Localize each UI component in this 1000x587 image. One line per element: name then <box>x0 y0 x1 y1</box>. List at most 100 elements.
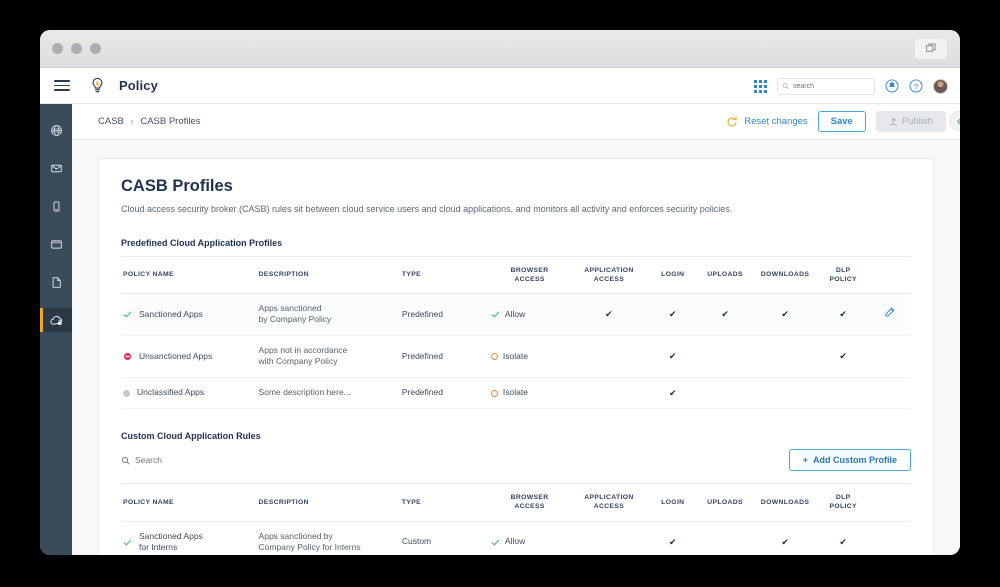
user-avatar[interactable] <box>933 78 948 94</box>
check-icon: ✔ <box>605 309 613 320</box>
cell-type: Predefined <box>399 335 489 378</box>
table-row[interactable]: Sanctioned Apps for Interns Apps sanctione… <box>121 521 911 555</box>
publish-button[interactable]: Publish <box>875 111 946 132</box>
table-row[interactable]: Unsanctioned Apps Apps not in accordance w… <box>121 335 911 378</box>
table-header-row: POLICY NAME DESCRIPTION TYPE BROWSER ACC… <box>121 255 911 294</box>
table-row[interactable]: Sanctioned Apps Apps sanctioned by Company… <box>121 293 911 336</box>
cloud-lock-icon <box>49 315 62 325</box>
svg-text:?: ? <box>914 82 918 91</box>
envelope-icon <box>50 164 62 172</box>
cell-login: ✔ <box>647 521 698 555</box>
collapse-panel-button[interactable] <box>949 111 960 131</box>
bell-icon[interactable] <box>885 79 899 93</box>
cell-policy-name: Sanctioned Apps <box>121 293 257 336</box>
cell-text: Apps not in accordance with Company Polic… <box>258 344 348 367</box>
restore-window-button[interactable] <box>914 37 948 60</box>
minimize-button[interactable] <box>71 43 82 54</box>
custom-table-body: Sanctioned Apps for Interns Apps sanctione… <box>121 521 911 555</box>
col-application-access: APPLICATION ACCESS <box>570 483 648 522</box>
cell-actions <box>868 293 911 336</box>
check-icon: ✔ <box>839 536 847 547</box>
save-button[interactable]: Save <box>817 111 866 132</box>
col-downloads-label: DOWNLOADS <box>760 271 810 279</box>
sidebar-item-mobile[interactable] <box>40 194 72 218</box>
pencil-edit-icon[interactable] <box>884 307 895 318</box>
cell-text: Apps sanctioned by Company Policy <box>258 302 332 325</box>
sidebar-item-globe[interactable] <box>40 118 72 142</box>
col-login: LOGIN <box>647 483 698 522</box>
sidebar-item-casb[interactable] <box>40 308 72 332</box>
header-search[interactable] <box>777 77 875 95</box>
browser-access-label: Allow <box>504 308 526 319</box>
publish-button-label: Publish <box>901 116 933 127</box>
table-row[interactable]: Unclassified Apps Some description here..… <box>121 377 911 410</box>
circle-orange-icon <box>490 352 498 360</box>
table-header-row: POLICY NAME DESCRIPTION TYPE BROWSER ACC… <box>121 483 911 522</box>
chevron-left-icon <box>956 117 960 125</box>
cell-browser-access: Isolate <box>488 335 571 378</box>
col-uploads-label: UPLOADS <box>707 271 743 279</box>
col-actions <box>868 483 911 522</box>
hamburger-menu-icon[interactable] <box>54 80 70 91</box>
browser-access-label: Isolate <box>502 387 528 398</box>
col-dlp-policy-label2: POLICY <box>829 503 857 511</box>
left-sidebar <box>40 104 72 555</box>
custom-table-head: POLICY NAME DESCRIPTION TYPE BROWSER ACC… <box>121 483 911 522</box>
add-custom-profile-label: Add Custom Profile <box>812 455 897 466</box>
breadcrumb-bar: CASB › CASB Profiles Reset changes Save <box>72 104 960 140</box>
lightbulb-logo-icon <box>90 77 105 94</box>
check-icon: ✔ <box>781 536 789 547</box>
col-type: TYPE <box>399 483 489 522</box>
cell-dlp-policy: ✔ <box>818 335 869 378</box>
add-custom-profile-prefix: + <box>802 455 808 466</box>
close-button[interactable] <box>52 43 63 54</box>
main-content: CASB › CASB Profiles Reset changes Save <box>72 104 960 555</box>
window-controls[interactable] <box>52 43 101 54</box>
cell-downloads: ✔ <box>752 293 819 336</box>
apps-grid-icon[interactable] <box>754 79 767 93</box>
custom-rules-table: POLICY NAME DESCRIPTION TYPE BROWSER ACC… <box>121 483 911 555</box>
cell-actions <box>868 521 911 555</box>
check-icon: ✔ <box>839 309 847 320</box>
predefined-profiles-table: POLICY NAME DESCRIPTION TYPE BROWSER ACC… <box>121 255 911 410</box>
check-green-icon <box>491 539 500 545</box>
add-custom-profile-button[interactable]: + Add Custom Profile <box>788 449 911 472</box>
col-application-access-label1: APPLICATION <box>584 266 634 274</box>
custom-search[interactable] <box>121 455 265 466</box>
sidebar-item-desktop[interactable] <box>40 232 72 256</box>
breadcrumb-root[interactable]: CASB <box>98 116 124 127</box>
check-icon: ✔ <box>839 351 847 362</box>
cell-text: Apps sanctioned by Company Policy for Int… <box>258 530 361 553</box>
col-type-label: TYPE <box>401 271 421 279</box>
maximize-button[interactable] <box>90 43 101 54</box>
col-application-access-label2: ACCESS <box>593 275 625 283</box>
search-input[interactable] <box>793 82 870 90</box>
col-browser-access-label1: BROWSER <box>510 266 549 274</box>
col-dlp-policy-label1: DLP <box>835 494 851 502</box>
cell-uploads <box>697 377 753 410</box>
cell-dlp-policy <box>818 377 869 410</box>
col-uploads: UPLOADS <box>697 255 753 294</box>
col-uploads: UPLOADS <box>697 483 753 522</box>
breadcrumb-actions: Reset changes Save Publish <box>726 111 946 132</box>
search-icon <box>782 83 789 89</box>
block-red-icon <box>123 352 132 360</box>
custom-search-input[interactable] <box>135 455 265 466</box>
cell-actions <box>868 377 911 410</box>
cell-browser-access: Allow <box>488 521 571 555</box>
sidebar-item-documents[interactable] <box>40 270 72 294</box>
header-actions: ? <box>754 68 948 104</box>
col-actions <box>868 255 911 294</box>
cell-application-access <box>570 377 648 410</box>
refresh-icon <box>727 116 737 127</box>
cell-description: Apps sanctioned by Company Policy for Int… <box>256 521 400 555</box>
help-circle-icon[interactable]: ? <box>909 79 923 93</box>
circle-orange-icon <box>490 389 498 397</box>
col-dlp-policy-label1: DLP <box>835 266 851 274</box>
cell-type: Predefined <box>399 293 489 336</box>
cell-application-access: ✔ <box>570 293 648 336</box>
check-green-icon <box>491 311 500 318</box>
sidebar-item-mail[interactable] <box>40 156 72 180</box>
upload-icon <box>889 117 897 126</box>
reset-changes-button[interactable]: Reset changes <box>726 116 808 128</box>
